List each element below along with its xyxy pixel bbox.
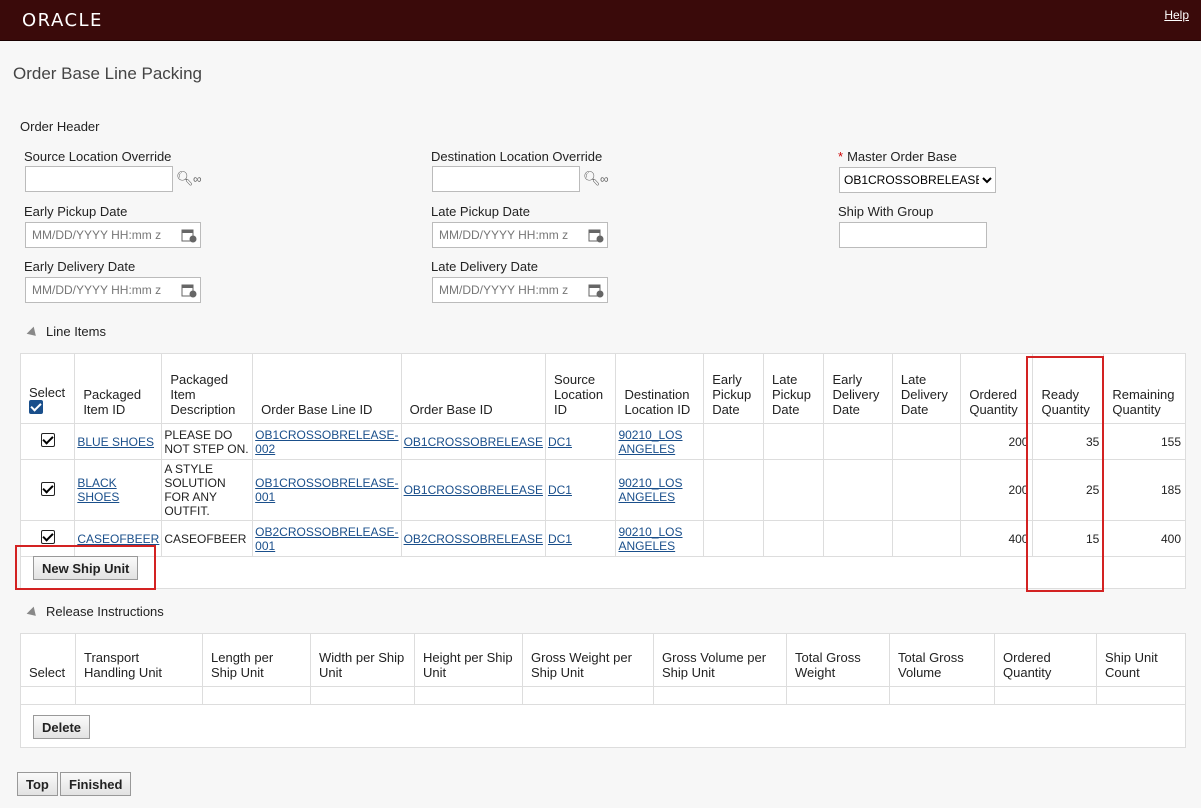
col-late-pickup-date: Late Pickup Date	[762, 353, 825, 424]
collapse-triangle-icon	[26, 326, 40, 339]
calendar-icon[interactable]	[181, 227, 197, 243]
calendar-icon[interactable]	[588, 227, 604, 243]
col-packaged-item-id: Packaged Item ID	[74, 353, 163, 424]
line-items-table: Select Packaged Item ID Packaged Item De…	[19, 353, 1186, 557]
table-row: BLUE SHOES PLEASE DO NOT STEP ON. OB1CRO…	[19, 423, 1186, 460]
line-items-toggle[interactable]: Line Items	[26, 324, 106, 339]
col-transport-handling-unit: Transport Handling Unit	[75, 633, 203, 687]
early-delivery-date-label: Early Delivery Date	[24, 259, 136, 274]
search-icon[interactable]: 🔍︎	[176, 170, 194, 187]
finished-button[interactable]: Finished	[60, 772, 132, 796]
col-select: Select	[19, 353, 76, 424]
table-row	[20, 686, 1186, 705]
packaged-item-description: A STYLE SOLUTION FOR ANY OUTFIT.	[161, 459, 254, 521]
highlight-new-ship-unit	[15, 545, 156, 590]
col-select: Select	[20, 633, 76, 687]
order-base-link[interactable]: OB1CROSSOBRELEASE	[404, 435, 543, 449]
order-base-link[interactable]: OB1CROSSOBRELEASE	[404, 483, 543, 497]
row-checkbox[interactable]	[40, 433, 55, 447]
top-bar: ORACLE Help	[0, 0, 1201, 41]
late-pickup-date-input[interactable]	[432, 222, 608, 248]
destination-location-link[interactable]: 90210_LOS ANGELES	[618, 476, 682, 504]
col-width-per-ship-unit: Width per Ship Unit	[310, 633, 415, 687]
glasses-icon[interactable]: ⁠∞	[193, 172, 202, 186]
source-location-link[interactable]: DC1	[548, 532, 572, 546]
source-location-override-input[interactable]	[25, 166, 173, 192]
source-location-link[interactable]: DC1	[548, 435, 572, 449]
col-total-gross-volume: Total Gross Volume	[889, 633, 995, 687]
remaining-quantity: 155	[1103, 423, 1186, 460]
col-packaged-item-description: Packaged Item Description	[161, 353, 254, 424]
page-title: Order Base Line Packing	[13, 64, 202, 83]
col-source-location-id: Source Location ID	[544, 353, 617, 424]
col-order-base-id: Order Base ID	[400, 353, 546, 424]
packaged-item-description: PLEASE DO NOT STEP ON.	[161, 423, 254, 460]
col-remaining-quantity: Remaining Quantity	[1103, 353, 1186, 424]
collapse-triangle-icon	[26, 606, 40, 619]
remaining-quantity: 400	[1103, 520, 1186, 557]
highlight-ready-quantity	[1026, 356, 1104, 592]
release-instructions-table: Select Transport Handling Unit Length pe…	[20, 633, 1186, 705]
packaged-item-link[interactable]: CASEOFBEER	[77, 532, 159, 546]
packaged-item-description: CASEOFBEER	[161, 520, 254, 557]
col-gross-weight-per-ship-unit: Gross Weight per Ship Unit	[522, 633, 654, 687]
col-late-delivery-date: Late Delivery Date	[891, 353, 962, 424]
row-checkbox[interactable]	[40, 481, 55, 496]
ordered-quantity: 400	[960, 520, 1034, 557]
glasses-icon[interactable]: ∞	[600, 172, 609, 186]
release-instructions-toggle[interactable]: Release Instructions	[26, 604, 164, 619]
col-ordered-quantity: Ordered Quantity	[960, 353, 1034, 424]
packaged-item-link[interactable]: BLACK SHOES	[77, 476, 119, 504]
order-header-label: Order Header	[20, 119, 100, 134]
early-pickup-date-input[interactable]	[25, 222, 201, 248]
ordered-quantity: 200	[960, 423, 1034, 460]
col-ship-unit-count: Ship Unit Count	[1096, 633, 1186, 687]
table-row: BLACK SHOES A STYLE SOLUTION FOR ANY OUT…	[19, 459, 1186, 521]
order-base-line-link[interactable]: OB1CROSSOBRELEASE-001	[255, 476, 398, 504]
destination-location-link[interactable]: 90210_LOS ANGELES	[618, 428, 682, 456]
delete-button[interactable]: Delete	[33, 715, 91, 739]
col-ordered-quantity: Ordered Quantity	[994, 633, 1097, 687]
search-icon[interactable]: 🔍︎	[583, 170, 601, 187]
remaining-quantity: 185	[1103, 459, 1186, 521]
order-base-line-link[interactable]: OB2CROSSOBRELEASE-001	[255, 525, 398, 553]
oracle-logo: ORACLE	[22, 10, 103, 31]
col-early-delivery-date: Early Delivery Date	[823, 353, 893, 424]
late-delivery-date-input[interactable]	[432, 277, 608, 303]
late-delivery-date-label: Late Delivery Date	[431, 259, 538, 274]
order-base-line-link[interactable]: OB1CROSSOBRELEASE-002	[255, 428, 398, 456]
ordered-quantity: 200	[960, 459, 1034, 521]
source-location-link[interactable]: DC1	[548, 483, 572, 497]
col-order-base-line-id: Order Base Line ID	[252, 353, 402, 424]
late-pickup-date-label: Late Pickup Date	[431, 204, 531, 219]
col-height-per-ship-unit: Height per Ship Unit	[414, 633, 523, 687]
packaged-item-link[interactable]: BLUE SHOES	[77, 435, 154, 449]
ship-with-group-label: Ship With Group	[838, 204, 934, 219]
table-row: CASEOFBEER CASEOFBEER OB2CROSSOBRELEASE-…	[19, 520, 1186, 557]
order-base-link[interactable]: OB2CROSSOBRELEASE	[404, 532, 543, 546]
help-link[interactable]: Help	[1164, 8, 1189, 22]
col-destination-location-id: Destination Location ID	[615, 353, 705, 424]
master-order-base-select[interactable]: OB1CROSSOBRELEASE	[839, 167, 996, 193]
source-location-override-label: Source Location Override	[24, 149, 172, 164]
col-early-pickup-date: Early Pickup Date	[703, 353, 764, 424]
early-delivery-date-input[interactable]	[25, 277, 201, 303]
calendar-icon[interactable]	[588, 282, 604, 298]
ship-with-group-input[interactable]	[839, 222, 987, 248]
destination-location-link[interactable]: 90210_LOS ANGELES	[618, 525, 682, 553]
calendar-icon[interactable]	[181, 282, 197, 298]
destination-location-override-input[interactable]	[432, 166, 580, 192]
col-total-gross-weight: Total Gross Weight	[786, 633, 890, 687]
top-button[interactable]: Top	[17, 772, 58, 796]
row-checkbox[interactable]	[40, 530, 55, 544]
early-pickup-date-label: Early Pickup Date	[24, 204, 128, 219]
col-gross-volume-per-ship-unit: Gross Volume per Ship Unit	[653, 633, 787, 687]
select-all-checkbox[interactable]	[29, 400, 43, 414]
destination-location-override-label: Destination Location Override	[431, 149, 603, 164]
col-length-per-ship-unit: Length per Ship Unit	[202, 633, 311, 687]
master-order-base-label: * Master Order Base	[838, 149, 957, 164]
